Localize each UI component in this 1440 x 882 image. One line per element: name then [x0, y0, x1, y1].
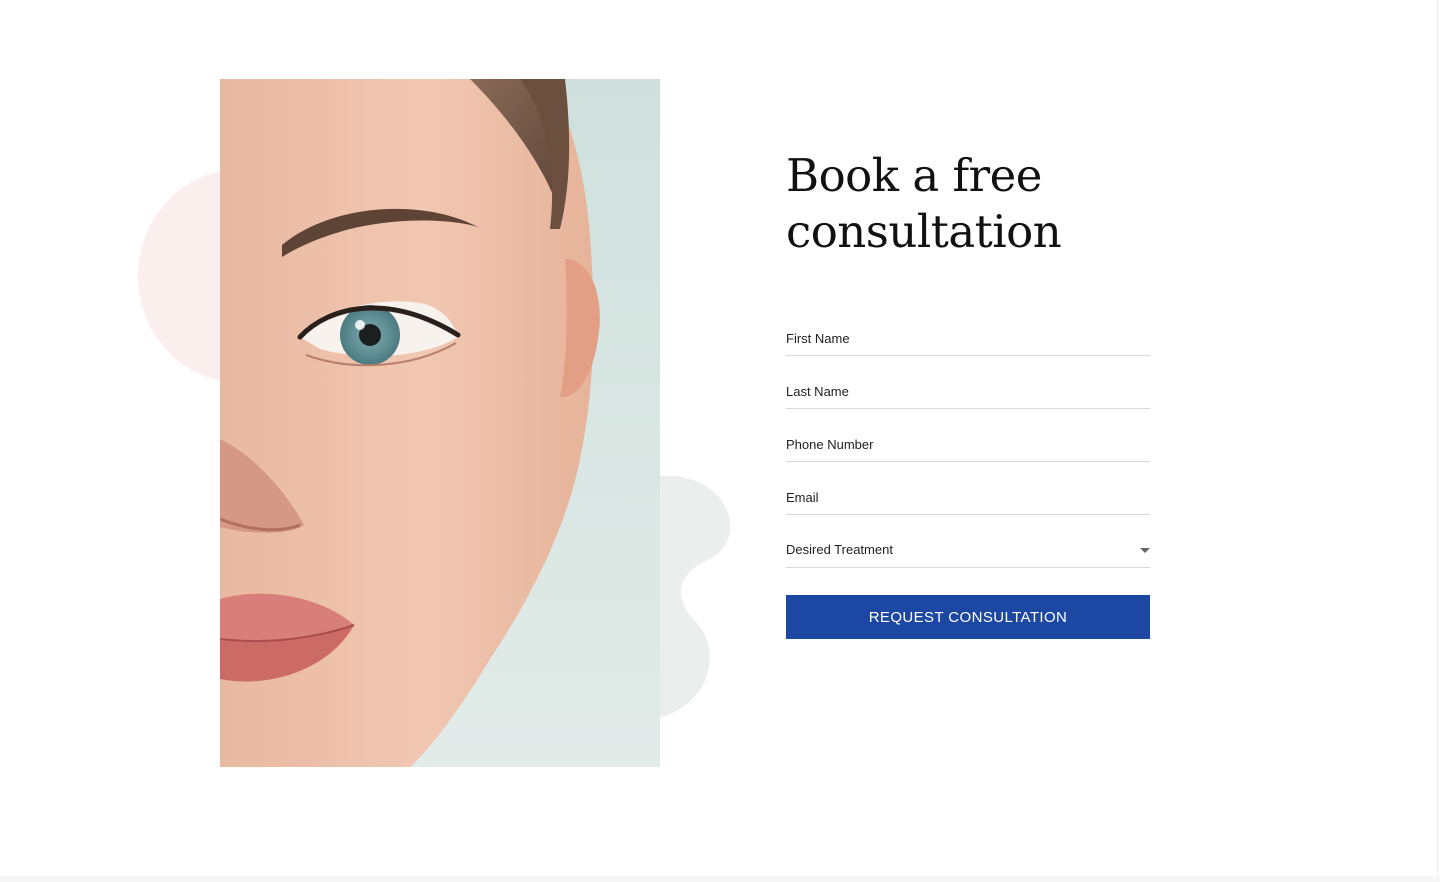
desired-treatment-label: Desired Treatment: [786, 542, 893, 557]
hero-portrait-image: [220, 79, 660, 767]
phone-field: [786, 428, 1150, 462]
email-input[interactable]: [786, 481, 1126, 513]
email-field: [786, 481, 1150, 515]
title-line-2: consultation: [786, 205, 1062, 258]
first-name-input[interactable]: [786, 322, 1126, 354]
portrait-illustration: [220, 79, 660, 767]
title-line-1: Book a free: [786, 149, 1042, 202]
request-consultation-button[interactable]: REQUEST CONSULTATION: [786, 595, 1150, 639]
desired-treatment-select[interactable]: Desired Treatment: [786, 534, 1150, 568]
last-name-field: [786, 375, 1150, 409]
first-name-field: [786, 322, 1150, 356]
consultation-page: Book a free consultation Desired Treatme…: [0, 0, 1440, 882]
last-name-input[interactable]: [786, 375, 1126, 407]
phone-number-input[interactable]: [786, 428, 1126, 460]
page-title: Book a free consultation: [786, 148, 1206, 260]
caret-down-icon: [1140, 548, 1150, 553]
page-edge-divider: [1437, 0, 1438, 876]
bottom-divider: [0, 876, 1440, 882]
